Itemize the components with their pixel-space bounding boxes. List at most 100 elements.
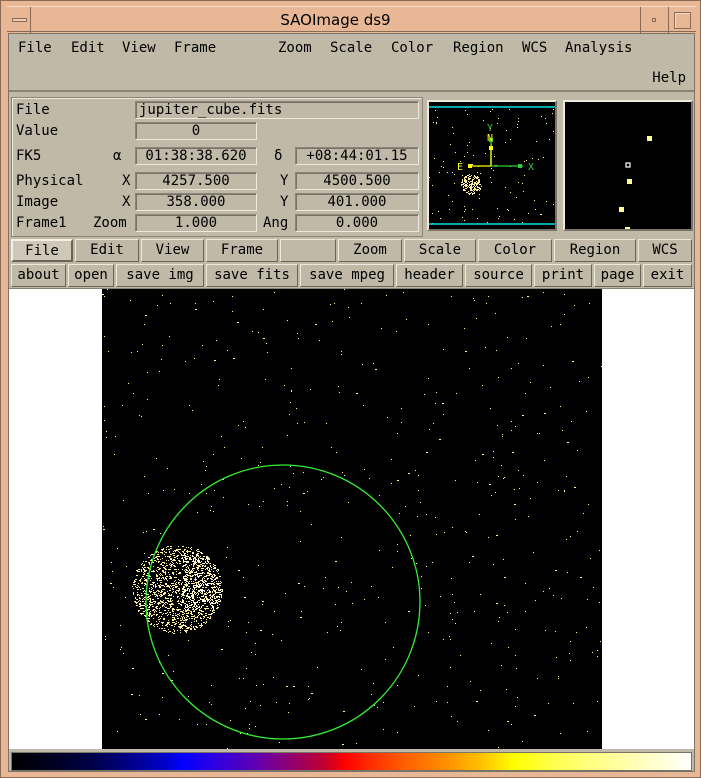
menu-zoom[interactable]: Zoom: [278, 40, 312, 56]
star: [334, 303, 335, 304]
menu-frame[interactable]: Frame: [174, 40, 216, 56]
panner-star: [465, 209, 466, 210]
star: [230, 620, 231, 621]
btn-save-mpeg[interactable]: save mpeg: [300, 264, 394, 287]
star: [433, 423, 434, 424]
btn-header[interactable]: header: [396, 264, 463, 287]
title-bar[interactable]: SAOImage ds9: [7, 6, 696, 33]
magnified-pixel: [647, 136, 652, 141]
btn-source[interactable]: source: [465, 264, 532, 287]
emission-pixel: [141, 564, 142, 565]
emission-pixel: [139, 606, 141, 607]
btn-major-view[interactable]: View: [141, 239, 204, 262]
btn-page[interactable]: page: [594, 264, 641, 287]
menu-color[interactable]: Color: [391, 40, 433, 56]
btn-open[interactable]: open: [68, 264, 114, 287]
emission-pixel: [208, 592, 210, 593]
minimize-button[interactable]: [640, 7, 668, 33]
emission-pixel: [201, 610, 202, 611]
emission-pixel: [202, 566, 203, 567]
emission-pixel: [169, 574, 170, 575]
menu-help[interactable]: Help: [652, 70, 686, 86]
menu-edit[interactable]: Edit: [71, 40, 105, 56]
emission-pixel: [207, 572, 209, 573]
emission-pixel: [182, 555, 183, 556]
emission-pixel: [194, 593, 195, 594]
btn-exit[interactable]: exit: [643, 264, 692, 287]
star: [415, 470, 416, 471]
menu-view[interactable]: View: [122, 40, 156, 56]
x-axis-label: X: [528, 162, 534, 173]
emission-pixel: [192, 593, 193, 594]
panner-emission-pixel: [463, 186, 464, 187]
star: [356, 743, 357, 744]
star: [210, 583, 211, 584]
emission-pixel: [170, 548, 172, 549]
menu-analysis[interactable]: Analysis: [565, 40, 632, 56]
star: [363, 405, 364, 406]
emission-pixel: [159, 578, 160, 579]
btn-major-zoom[interactable]: Zoom: [338, 239, 402, 262]
menu-file[interactable]: File: [18, 40, 52, 56]
emission-pixel: [199, 566, 201, 567]
emission-pixel: [182, 591, 184, 592]
btn-major-color[interactable]: Color: [478, 239, 552, 262]
emission-pixel: [206, 599, 207, 600]
panner-star: [522, 183, 523, 184]
star: [337, 626, 338, 627]
btn-major-wcs[interactable]: WCS: [638, 239, 692, 262]
btn-major-scale[interactable]: Scale: [404, 239, 476, 262]
btn-major-region[interactable]: Region: [554, 239, 636, 262]
btn-major-edit[interactable]: Edit: [75, 239, 139, 262]
star: [496, 350, 497, 351]
btn-major-frame[interactable]: Frame: [206, 239, 278, 262]
panner-star: [506, 130, 507, 131]
emission-pixel: [195, 607, 196, 608]
image-canvas[interactable]: [9, 288, 694, 749]
emission-pixel: [194, 574, 195, 575]
colorbar[interactable]: [11, 752, 692, 771]
emission-pixel: [178, 622, 179, 623]
circle-region[interactable]: [145, 464, 421, 740]
emission-pixel: [170, 546, 171, 547]
emission-pixel: [193, 606, 194, 607]
star: [369, 478, 370, 479]
menu-region[interactable]: Region: [453, 40, 504, 56]
star: [105, 636, 106, 637]
emission-pixel: [186, 580, 187, 581]
star: [304, 422, 305, 423]
emission-pixel: [180, 609, 181, 610]
emission-pixel: [167, 598, 168, 599]
panner-emission-pixel: [471, 181, 472, 182]
emission-pixel: [190, 573, 191, 574]
star: [226, 557, 227, 558]
emission-pixel: [194, 606, 195, 607]
star: [579, 381, 580, 382]
star: [240, 733, 241, 734]
window-menu-button[interactable]: [7, 7, 31, 33]
emission-pixel: [184, 550, 185, 551]
menu-wcs[interactable]: WCS: [522, 40, 547, 56]
star: [272, 634, 273, 635]
panner[interactable]: N E X Y: [427, 100, 557, 231]
emission-pixel: [171, 625, 172, 626]
emission-pixel: [165, 613, 166, 614]
panner-emission-pixel: [474, 178, 475, 179]
btn-major-file[interactable]: File: [11, 239, 73, 262]
emission-pixel: [205, 597, 207, 598]
emission-pixel: [183, 622, 184, 623]
btn-major-blank[interactable]: [280, 239, 336, 262]
menu-scale[interactable]: Scale: [330, 40, 372, 56]
btn-save-fits[interactable]: save fits: [206, 264, 298, 287]
emission-pixel: [211, 578, 212, 579]
emission-pixel: [197, 554, 198, 555]
star: [258, 565, 259, 566]
btn-print[interactable]: print: [534, 264, 592, 287]
btn-about[interactable]: about: [11, 264, 66, 287]
panner-star: [522, 222, 523, 223]
maximize-button[interactable]: [668, 7, 696, 33]
star: [159, 371, 160, 372]
emission-pixel: [179, 580, 181, 581]
emission-pixel: [160, 575, 161, 576]
btn-save-img[interactable]: save img: [116, 264, 204, 287]
